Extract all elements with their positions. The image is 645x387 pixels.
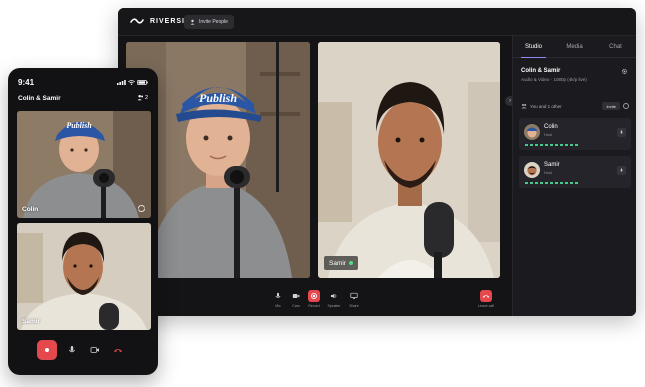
samir-video-feed [318,42,500,278]
user-plus-icon [190,19,195,25]
wifi-icon [128,80,135,85]
phone-tile-name-samir: Samir [22,318,41,325]
info-icon[interactable] [623,103,629,109]
participant-name-colin: Colin [544,124,558,130]
name-tag-samir-label: Samir [329,259,346,267]
participant-mic-button[interactable] [617,166,626,175]
share-label: Share [349,304,359,308]
phone-session-title: Colin & Samir [18,95,61,102]
hang-up-icon [480,290,492,302]
speaker-icon [328,290,340,302]
studio-window: RIVERSIDE Invite People Publish Samir › … [118,8,636,316]
phone-tile-name-colin: Colin [22,206,39,213]
call-controls: Mic Cam Record Speaker Share Leave call [118,286,512,316]
status-bar-time: 9:41 [18,78,35,87]
invite-small-label: Invite [606,103,616,109]
session-title: Colin & Samir [521,68,561,74]
battery-icon [137,80,148,85]
avatar-colin [524,124,540,140]
share-control[interactable]: Share [344,290,364,308]
tab-studio[interactable]: Studio [513,36,554,58]
tab-chat[interactable]: Chat [595,36,636,57]
gear-icon[interactable] [621,68,628,75]
mic-icon [619,130,624,134]
top-bar: RIVERSIDE Invite People [118,8,636,36]
record-control[interactable]: Record [304,290,324,308]
camera-icon [290,290,302,302]
audio-active-indicator [348,261,353,265]
phone-mic-button[interactable] [62,340,82,360]
tab-media[interactable]: Media [554,36,595,57]
record-icon [308,290,320,302]
session-subtitle: Audio & Video · 1080p (4k/p live) [521,77,587,82]
mic-label: Mic [275,304,281,308]
record-icon [45,348,49,352]
flip-camera-icon[interactable] [137,204,146,213]
participant-role-colin: Host [544,132,553,137]
people-icon [137,95,143,101]
phone-camera-button[interactable] [85,340,105,360]
phone-people-count: 2 [144,94,148,101]
invite-people-button[interactable]: Invite People [184,15,234,29]
phone-cap-logo-text: Publish [66,121,92,130]
participant-role-samir: Host [544,170,553,175]
hang-up-icon [114,349,122,353]
phone-record-button[interactable] [37,340,57,360]
participant-mic-button[interactable] [617,128,626,137]
phone-participants-button[interactable]: 2 [137,94,148,101]
participant-name-samir: Samir [544,162,560,168]
audio-level-meter [525,144,579,146]
signal-icon [117,80,126,85]
invite-small-button[interactable]: Invite [602,102,620,110]
people-icon [521,104,527,109]
speaker-control[interactable]: Speaker [324,290,344,308]
panel-tabs: Studio Media Chat [513,36,636,58]
participant-card-colin[interactable]: Colin Host [519,118,631,150]
phone-video-tile-colin[interactable]: Publish Colin [17,111,151,218]
camera-control[interactable]: Cam [286,290,306,308]
speaker-label: Speaker [327,304,341,308]
invite-people-label: Invite People [199,19,228,25]
avatar-samir [524,162,540,178]
mic-icon [69,346,75,353]
video-tile-samir[interactable]: Samir [318,42,500,278]
mic-control[interactable]: Mic [268,290,288,308]
status-bar-icons [117,80,148,85]
camera-icon [90,347,99,353]
leave-call-control[interactable]: Leave call [476,290,496,308]
phone-colin-video-feed: Publish [17,111,151,218]
mic-icon [619,168,624,172]
mobile-phone: 9:41 Colin & Samir 2 Publish Colin Samir [8,68,158,375]
participants-summary: You and 1 other [530,103,562,109]
studio-side-panel: Studio Media Chat Colin & Samir Audio & … [512,36,636,316]
record-label: Record [308,304,320,308]
video-stage: Publish Samir › Mic Cam Record Speaker S… [118,36,515,316]
mic-icon [272,290,284,302]
phone-video-tile-samir[interactable]: Samir [17,223,151,330]
screen-share-icon [348,290,360,302]
phone-call-controls [8,336,158,366]
cap-logo-text: Publish [199,91,237,105]
cam-label: Cam [292,304,300,308]
leave-call-label: Leave call [478,304,494,308]
participants-row: You and 1 other Invite [521,100,629,112]
phone-hang-up-button[interactable] [108,340,128,360]
audio-level-meter [525,182,579,184]
name-tag-samir: Samir [324,256,358,270]
phone-samir-video-feed [17,223,151,330]
participant-card-samir[interactable]: Samir Host [519,156,631,188]
riverside-logo-icon [130,18,144,24]
